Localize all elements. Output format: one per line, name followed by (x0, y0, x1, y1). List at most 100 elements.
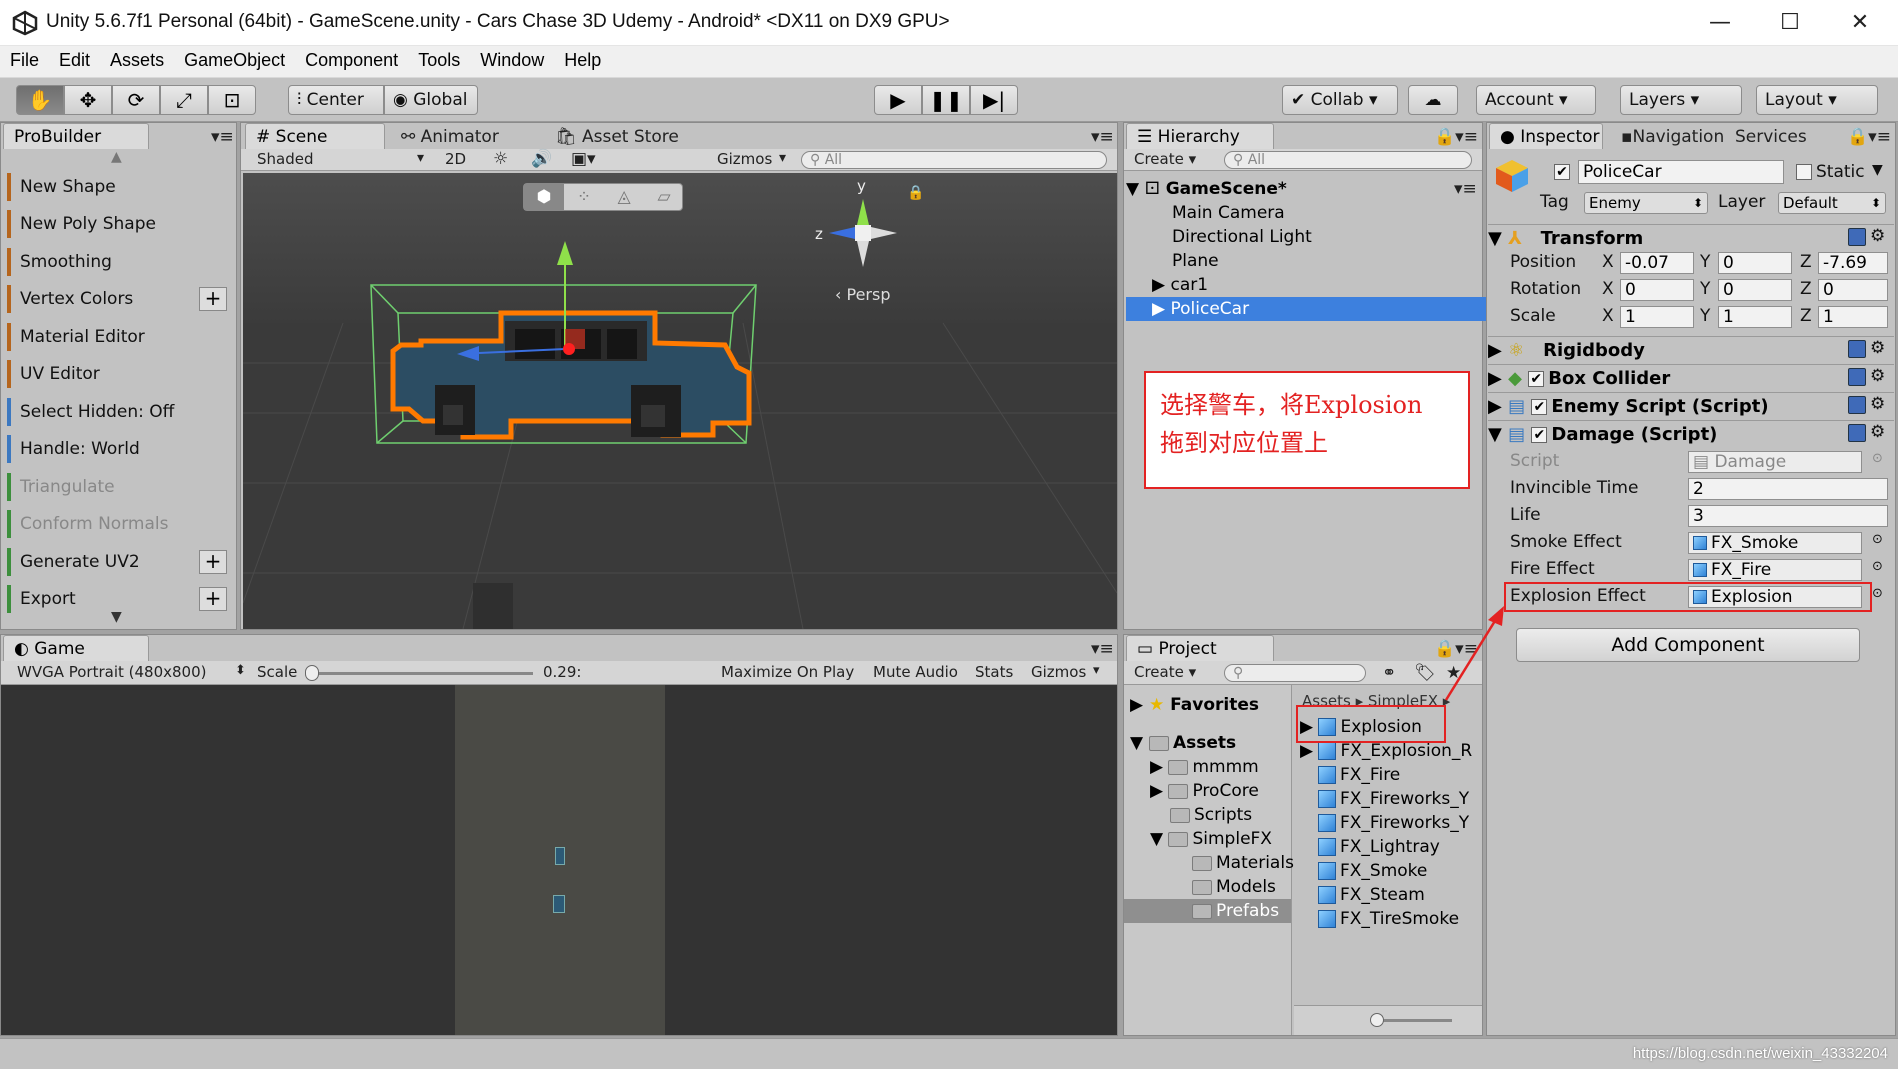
menu-file[interactable]: File (0, 46, 49, 78)
object-picker-icon[interactable]: ⊙ (1872, 532, 1883, 547)
expand-arrow-icon[interactable]: ▶ (1152, 275, 1165, 295)
pb-export-options-button[interactable]: + (199, 587, 227, 611)
folder-mmmm[interactable]: ▶ mmmm (1150, 755, 1259, 779)
file-fx-tiresmoke[interactable]: FX_TireSmoke (1318, 907, 1459, 931)
expand-arrow-icon[interactable]: ▶ (1488, 396, 1502, 417)
static-checkbox[interactable] (1796, 164, 1812, 180)
collapse-arrow-icon[interactable]: ▼ (1488, 228, 1502, 249)
fire-effect-field[interactable]: FX_Fire (1688, 559, 1862, 581)
audio-toggle-icon[interactable]: 🔊 (531, 149, 552, 169)
favorites-row[interactable]: ▶ ★ Favorites (1130, 693, 1259, 717)
tab-inspector[interactable]: ● Inspector (1489, 123, 1603, 149)
file-fx-smoke[interactable]: FX_Smoke (1318, 859, 1427, 883)
expand-arrow-icon[interactable]: ▼ (1130, 733, 1143, 753)
expand-arrow-icon[interactable]: ▶ (1488, 368, 1502, 389)
object-mode-icon[interactable]: ⬢ (524, 184, 564, 210)
object-picker-icon[interactable]: ⊙ (1872, 559, 1883, 574)
settings-gear-icon[interactable]: ⚙ (1870, 366, 1885, 386)
menu-edit[interactable]: Edit (49, 46, 100, 78)
settings-gear-icon[interactable]: ⚙ (1870, 338, 1885, 358)
tab-probuilder[interactable]: ProBuilder (3, 123, 149, 149)
maximize-button[interactable]: ☐ (1760, 8, 1820, 38)
menu-tools[interactable]: Tools (408, 46, 470, 78)
pb-uv-editor[interactable]: UV Editor (7, 360, 229, 388)
filter-label-icon[interactable]: 🏷 (1414, 663, 1436, 683)
pivot-global-button[interactable]: ◉ Global (384, 85, 478, 115)
hand-tool-icon[interactable]: ✋ (16, 85, 64, 115)
active-checkbox[interactable]: ✔ (1554, 164, 1570, 180)
scene-menu-icon[interactable]: ▾≡ (1454, 179, 1477, 199)
pb-triangulate[interactable]: Triangulate (7, 473, 229, 501)
persp-label[interactable]: ‹ Persp (835, 285, 890, 304)
tab-services[interactable]: Services (1735, 127, 1807, 147)
menu-window[interactable]: Window (470, 46, 554, 78)
project-create-dropdown[interactable]: Create ▾ (1134, 663, 1196, 681)
smoke-effect-field[interactable]: FX_Smoke (1688, 532, 1862, 554)
folder-prefabs[interactable]: Prefabs (1192, 899, 1279, 923)
lock-icon[interactable]: 🔒▾≡ (1434, 127, 1478, 147)
account-dropdown[interactable]: Account ▾ (1476, 85, 1596, 115)
pb-conform-normals[interactable]: Conform Normals (7, 510, 229, 538)
rect-tool-icon[interactable]: ⊡ (208, 85, 256, 115)
folder-models[interactable]: Models (1192, 875, 1276, 899)
hierarchy-item-directional-light[interactable]: Directional Light (1126, 225, 1490, 249)
scene-search-input[interactable]: ⚲ All (801, 151, 1107, 169)
rotate-tool-icon[interactable]: ⟳ (112, 85, 160, 115)
minimize-button[interactable]: — (1690, 8, 1750, 38)
hierarchy-scene-row[interactable]: ▼ ⚀ GameScene* (1126, 177, 1490, 201)
face-mode-icon[interactable]: ▱ (644, 184, 684, 210)
rotation-y-input[interactable]: 0 (1718, 279, 1792, 301)
tab-game[interactable]: ◐ Game (3, 635, 149, 661)
expand-arrow-icon[interactable]: ▶ (1300, 741, 1313, 761)
lighting-toggle-icon[interactable]: ☼ (493, 149, 508, 169)
filter-type-icon[interactable]: ⚭ (1382, 663, 1396, 683)
folder-materials[interactable]: Materials (1192, 851, 1294, 875)
mute-audio-toggle[interactable]: Mute Audio (873, 663, 958, 681)
help-book-icon[interactable] (1848, 424, 1866, 442)
scroll-up-icon[interactable]: ▲ (111, 149, 122, 165)
object-picker-icon[interactable]: ⊙ (1872, 586, 1883, 601)
hierarchy-item-main-camera[interactable]: Main Camera (1126, 201, 1490, 225)
pb-new-poly-shape[interactable]: New Poly Shape (7, 210, 229, 238)
close-button[interactable]: ✕ (1830, 8, 1890, 38)
hierarchy-create-dropdown[interactable]: Create ▾ (1134, 150, 1196, 168)
assets-row[interactable]: ▼ Assets (1130, 731, 1236, 755)
pb-material-editor[interactable]: Material Editor (7, 323, 229, 351)
layer-dropdown[interactable]: Default ⬍ (1778, 192, 1886, 214)
damage-script-checkbox[interactable]: ✔ (1531, 427, 1548, 443)
vertex-mode-icon[interactable]: ⁘ (564, 184, 604, 210)
add-component-button[interactable]: Add Component (1516, 628, 1860, 662)
file-fx-fire[interactable]: FX_Fire (1318, 763, 1400, 787)
move-tool-icon[interactable]: ✥ (64, 85, 112, 115)
play-button[interactable]: ▶ (874, 85, 922, 115)
scene-viewport[interactable]: ⬢ ⁘ ◬ ▱ y z 🔒 ‹ Persp (243, 173, 1117, 629)
expand-arrow-icon[interactable]: ▶ (1150, 757, 1163, 777)
lock-icon[interactable]: 🔒 (907, 185, 924, 201)
tab-navigation[interactable]: ▪Navigation (1621, 127, 1724, 147)
scale-slider-track[interactable] (309, 672, 533, 675)
edge-mode-icon[interactable]: ◬ (604, 184, 644, 210)
rigidbody-header[interactable]: ▶ ⚛ Rigidbody (1488, 336, 1894, 364)
menu-component[interactable]: Component (295, 46, 408, 78)
invincible-time-input[interactable]: 2 (1688, 478, 1888, 500)
file-fx-steam[interactable]: FX_Steam (1318, 883, 1425, 907)
step-button[interactable]: ▶| (970, 85, 1018, 115)
gizmos-toggle[interactable]: Gizmos (1031, 663, 1086, 681)
pb-vertex-colors[interactable]: Vertex Colors (7, 285, 229, 313)
expand-arrow-icon[interactable]: ▼ (1150, 829, 1163, 849)
menu-gameobject[interactable]: GameObject (174, 46, 295, 78)
help-book-icon[interactable] (1848, 340, 1866, 358)
hierarchy-item-car1[interactable]: ▶ car1 (1126, 273, 1490, 297)
folder-simplefx[interactable]: ▼ SimpleFX (1150, 827, 1272, 851)
gizmos-dropdown-arrow-icon[interactable]: ▾ (779, 150, 786, 166)
icon-size-slider-thumb[interactable] (1370, 1013, 1384, 1027)
stats-toggle[interactable]: Stats (975, 663, 1013, 681)
scale-x-input[interactable]: 1 (1620, 306, 1694, 328)
shading-dropdown-arrow-icon[interactable]: ▾ (417, 150, 424, 166)
position-z-input[interactable]: -7.69 (1818, 252, 1888, 274)
position-y-input[interactable]: 0 (1718, 252, 1792, 274)
tab-hierarchy[interactable]: ☰ Hierarchy (1126, 123, 1274, 149)
2d-toggle[interactable]: 2D (445, 150, 466, 168)
pb-new-shape[interactable]: New Shape (7, 173, 229, 201)
expand-arrow-icon[interactable]: ▶ (1130, 695, 1143, 715)
